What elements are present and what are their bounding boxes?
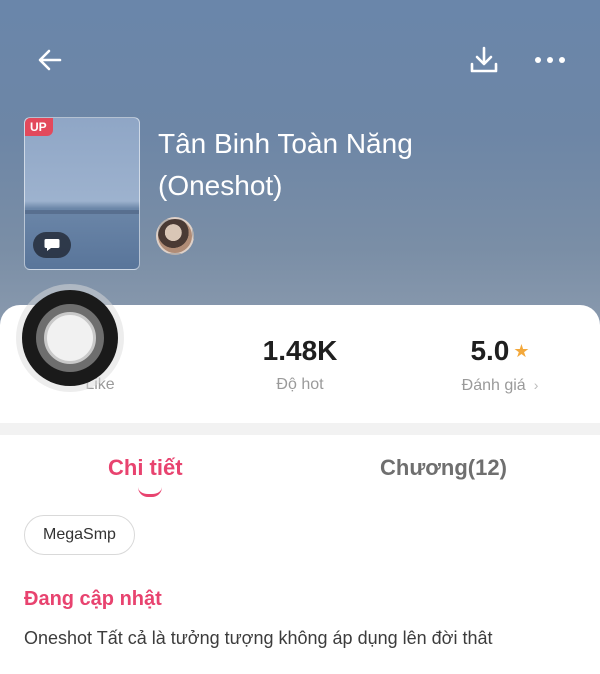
story-description: Oneshot Tất cả là tưởng tượng không áp d… [24, 628, 493, 648]
arrow-left-icon [38, 49, 62, 71]
tab-details[interactable]: Chi tiết [108, 455, 183, 481]
assistive-touch-button[interactable] [22, 290, 118, 386]
star-icon: ★ [513, 341, 530, 361]
story-header: UP Tân Binh Toàn Năng (Oneshot) [0, 0, 600, 330]
rating-label: Đánh giá [461, 377, 526, 394]
speech-bubble-icon [44, 239, 60, 251]
story-cover[interactable]: UP [24, 117, 140, 270]
more-horizontal-icon [535, 57, 565, 63]
active-tab-indicator [138, 487, 162, 497]
cover-image-detail [25, 210, 139, 214]
story-title-line-2: (Oneshot) [158, 170, 283, 201]
hot-stat: 1.48K Độ hot [200, 333, 400, 395]
tab-chapters[interactable]: Chương(12) [380, 455, 507, 481]
rating-value: 5.0 [470, 335, 510, 366]
genre-tag[interactable]: MegaSmp [24, 515, 135, 555]
hot-label: Độ hot [276, 376, 324, 393]
chevron-right-icon: › [533, 377, 539, 393]
story-title-line-1: Tân Binh Toàn Năng [158, 128, 413, 159]
rating-stat[interactable]: 5.0 ★ Đánh giá › [400, 333, 600, 396]
assistive-touch-core [44, 312, 96, 364]
author-avatar[interactable] [156, 217, 194, 255]
tab-bar: Chi tiết Chương(12) [0, 435, 600, 505]
update-badge: UP [25, 118, 53, 136]
back-button[interactable] [30, 40, 70, 80]
download-icon [470, 46, 498, 73]
download-button[interactable] [462, 40, 506, 80]
comment-badge[interactable] [33, 232, 71, 258]
rating-value-row: 5.0 ★ [400, 333, 600, 369]
rating-label-row: Đánh giá › [400, 375, 600, 396]
more-options-button[interactable] [528, 40, 572, 80]
update-status: Đang cập nhật [24, 588, 162, 610]
like-label: Like [85, 376, 115, 393]
section-divider [0, 423, 600, 435]
hot-count: 1.48K [262, 335, 338, 366]
story-title: Tân Binh Toàn Năng (Oneshot) [158, 123, 478, 207]
